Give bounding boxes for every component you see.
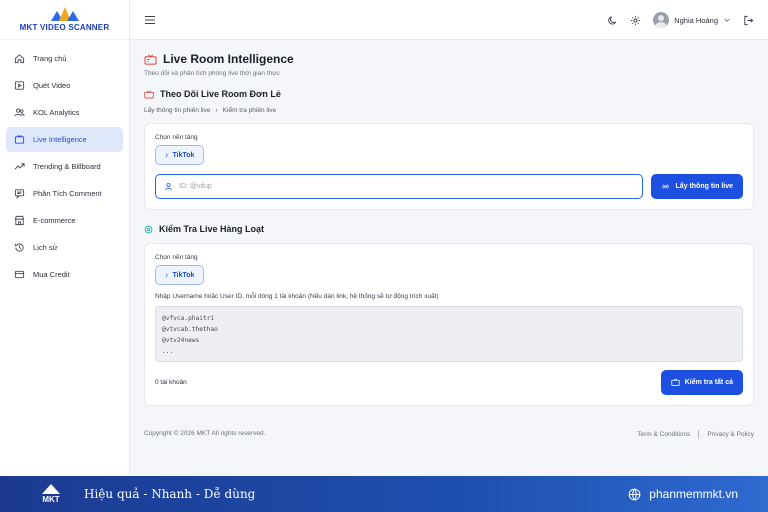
live-id-placeholder: ID: @vifup: [179, 183, 212, 190]
get-live-info-label: Lấy thông tin live: [675, 183, 733, 190]
banner-tagline: Hiệu quả - Nhanh - Dễ dùng: [84, 487, 256, 501]
usernames-textarea[interactable]: @vfvca.phaitri @vtvcab.thethao @vtv24new…: [155, 306, 743, 362]
copyright: Copyright © 2026 MKT All rights reserved…: [144, 430, 266, 437]
main-content: Live Room Intelligence Theo dõi và phân …: [130, 40, 768, 476]
bulk-section-header: Kiểm Tra Live Hàng Loạt: [144, 224, 754, 234]
app-logo[interactable]: MKT VIDEO SCANNER: [0, 0, 129, 40]
promo-banner: MKT Hiệu quả - Nhanh - Dễ dùng phanmemmk…: [0, 476, 768, 512]
breadcrumb-item[interactable]: Lấy thông tin phiên live: [144, 107, 211, 114]
sidebar-item-label: KOL Analytics: [33, 108, 80, 117]
target-icon: [144, 225, 153, 233]
logout-icon[interactable]: [743, 15, 754, 26]
bulk-footer: 0 tài khoản Kiểm tra tất cả: [155, 370, 743, 395]
page-title: Live Room Intelligence: [163, 52, 294, 66]
single-input-row: ID: @vifup Lấy thông tin live: [155, 174, 743, 199]
sidebar-item-kol-analytics[interactable]: KOL Analytics: [6, 100, 123, 125]
footer-divider: [698, 430, 700, 439]
live-tv-icon: [144, 54, 157, 65]
live-tv-icon: [144, 90, 154, 98]
sidebar-item-ecommerce[interactable]: E-commerce: [6, 208, 123, 233]
globe-icon: [628, 488, 641, 500]
platform-label: Chọn nền tảng: [155, 254, 198, 261]
gear-icon[interactable]: [630, 15, 641, 26]
check-all-button[interactable]: Kiểm tra tất cả: [660, 370, 743, 395]
page-subtitle: Theo dõi và phân tích phòng live thời gi…: [144, 70, 280, 77]
sidebar: MKT VIDEO SCANNER Trang chủ Quét Video K…: [0, 0, 130, 476]
comment-icon: [14, 189, 25, 199]
breadcrumb-item[interactable]: Kiểm tra phiên live: [223, 107, 276, 114]
privacy-link[interactable]: Privacy & Policy: [707, 431, 754, 438]
sidebar-item-label: Trang chủ: [33, 54, 67, 63]
video-icon: [14, 81, 25, 90]
mkt-logo-text: MKT: [42, 495, 60, 504]
single-section-title: Theo Dõi Live Room Đơn Lẻ: [160, 89, 281, 99]
platform-label-text: TikTok: [172, 151, 195, 159]
sidebar-item-trending[interactable]: Trending & Billboard: [6, 154, 123, 179]
textarea-placeholder-line: @vtvcab.thethao: [162, 326, 218, 333]
users-icon: [14, 108, 25, 117]
moon-icon[interactable]: [607, 15, 618, 26]
bulk-section-title: Kiểm Tra Live Hàng Loạt: [159, 224, 265, 234]
logo-mark-icon: [50, 7, 79, 21]
sidebar-item-home[interactable]: Trang chủ: [6, 46, 123, 71]
user-name: Nghia Hoàng: [674, 15, 718, 25]
breadcrumb-separator: ›: [215, 107, 218, 114]
logo-text: MKT VIDEO SCANNER: [19, 23, 110, 32]
platform-tiktok-button[interactable]: ♪ TikTok: [155, 145, 205, 165]
textarea-placeholder-line: @vfvca.phaitri: [162, 315, 215, 322]
credit-card-icon: [14, 270, 25, 279]
platform-label: Chọn nền tảng: [155, 134, 198, 141]
user-menu[interactable]: Nghia Hoàng: [653, 12, 731, 28]
page-footer: Copyright © 2026 MKT All rights reserved…: [144, 430, 754, 439]
platform-tiktok-button[interactable]: ♪ TikTok: [155, 265, 205, 285]
bulk-check-card: Chọn nền tảng ♪ TikTok Nhập Username hoặ…: [144, 243, 754, 406]
single-live-card: Chọn nền tảng ♪ TikTok ID: @vifup Lấy th…: [144, 123, 754, 210]
sidebar-item-label: Phân Tích Comment: [33, 189, 102, 198]
home-icon: [14, 54, 25, 64]
breadcrumb: Lấy thông tin phiên live › Kiểm tra phiê…: [144, 107, 754, 114]
textarea-placeholder-line: @vtv24news: [162, 337, 200, 344]
sidebar-item-label: E-commerce: [33, 216, 76, 225]
history-icon: [14, 243, 24, 252]
live-icon: [14, 135, 25, 144]
website-url: phanmemmkt.vn: [649, 487, 738, 501]
page-header: Live Room Intelligence: [144, 52, 754, 66]
tiktok-icon: ♪: [165, 151, 169, 159]
footer-links: Term & Conditions Privacy & Policy: [637, 430, 754, 439]
platform-label-text: TikTok: [172, 271, 195, 279]
sidebar-nav: Trang chủ Quét Video KOL Analytics Live …: [0, 40, 129, 295]
tiktok-icon: ♪: [165, 271, 169, 279]
chevron-down-icon: [724, 18, 730, 22]
broadcast-icon: [662, 184, 670, 189]
banner-website[interactable]: phanmemmkt.vn: [628, 487, 738, 501]
mkt-logo: MKT: [30, 484, 72, 504]
topbar-actions: Nghia Hoàng: [607, 0, 754, 40]
sidebar-item-label: Quét Video: [33, 81, 71, 90]
single-section-header: Theo Dõi Live Room Đơn Lẻ: [144, 89, 754, 99]
sidebar-item-scan-video[interactable]: Quét Video: [6, 73, 123, 98]
sidebar-item-live-intelligence[interactable]: Live Intelligence: [6, 127, 123, 152]
bulk-hint: Nhập Username hoặc User ID, mỗi dòng 1 t…: [155, 293, 439, 300]
user-icon: [165, 182, 172, 191]
sidebar-item-label: Lịch sử: [33, 243, 58, 252]
trending-icon: [14, 163, 25, 170]
menu-icon[interactable]: [144, 14, 156, 26]
sidebar-item-history[interactable]: Lịch sử: [6, 235, 123, 260]
get-live-info-button[interactable]: Lấy thông tin live: [651, 174, 743, 199]
mountain-icon: [42, 484, 60, 494]
sidebar-item-label: Live Intelligence: [33, 135, 87, 144]
topbar: Nghia Hoàng: [130, 0, 768, 40]
sidebar-item-comment-analysis[interactable]: Phân Tích Comment: [6, 181, 123, 206]
check-all-label: Kiểm tra tất cả: [684, 379, 733, 386]
live-id-input[interactable]: ID: @vifup: [155, 174, 644, 199]
avatar: [653, 12, 670, 28]
live-tv-icon: [671, 378, 680, 386]
textarea-placeholder-line: ...: [162, 348, 174, 355]
terms-link[interactable]: Term & Conditions: [637, 431, 690, 438]
store-icon: [14, 215, 25, 226]
account-count: 0 tài khoản: [155, 379, 187, 386]
sidebar-item-label: Trending & Billboard: [33, 162, 101, 171]
sidebar-item-label: Mua Credit: [33, 270, 70, 279]
sidebar-item-buy-credit[interactable]: Mua Credit: [6, 262, 123, 287]
